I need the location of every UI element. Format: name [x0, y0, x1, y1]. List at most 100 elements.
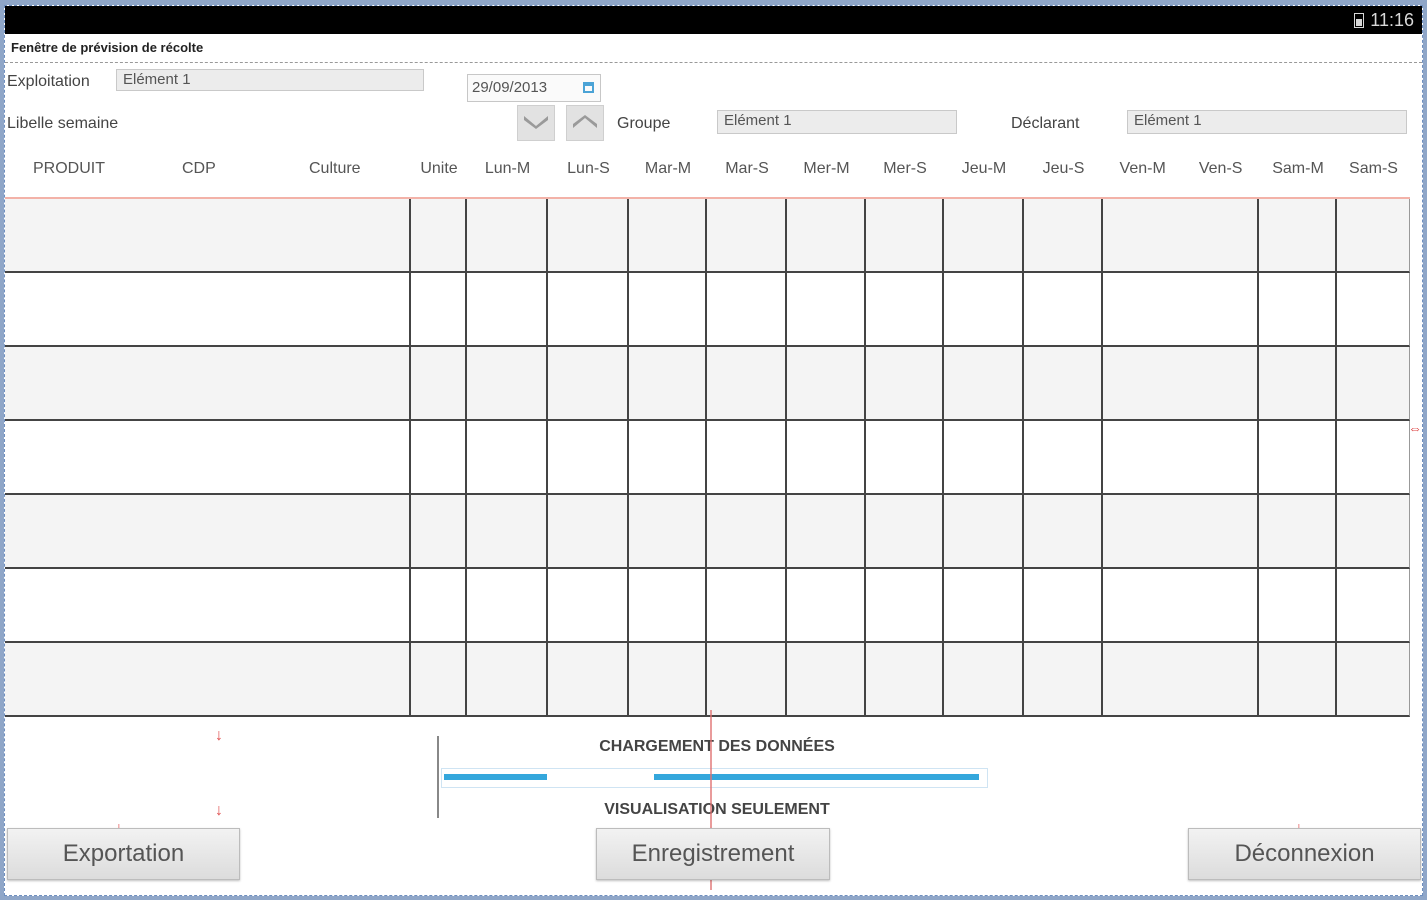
table-cell[interactable] — [787, 199, 866, 273]
calendar-icon[interactable] — [583, 82, 594, 93]
table-cell[interactable] — [548, 347, 629, 421]
table-cell[interactable] — [707, 643, 787, 717]
table-cell[interactable] — [866, 643, 944, 717]
prev-week-button[interactable] — [517, 105, 555, 141]
table-cell[interactable] — [629, 495, 707, 569]
table-cell[interactable] — [866, 199, 944, 273]
table-cell[interactable] — [629, 569, 707, 643]
table-cell[interactable] — [1024, 347, 1103, 421]
table-cell[interactable] — [5, 421, 411, 495]
table-cell[interactable] — [866, 495, 944, 569]
table-cell[interactable] — [866, 569, 944, 643]
table-cell[interactable] — [707, 569, 787, 643]
table-cell[interactable] — [411, 495, 467, 569]
table-cell[interactable] — [707, 199, 787, 273]
table-cell[interactable] — [629, 199, 707, 273]
table-cell[interactable] — [1024, 421, 1103, 495]
table-cell[interactable] — [1024, 199, 1103, 273]
table-cell[interactable] — [1103, 273, 1259, 347]
table-cell[interactable] — [411, 347, 467, 421]
groupe-field[interactable]: Elément 1 — [717, 110, 957, 134]
table-cell[interactable] — [5, 495, 411, 569]
table-cell[interactable] — [944, 273, 1024, 347]
table-cell[interactable] — [629, 421, 707, 495]
save-button[interactable]: Enregistrement — [596, 828, 830, 880]
table-cell[interactable] — [787, 421, 866, 495]
export-button[interactable]: Exportation — [7, 828, 240, 880]
table-cell[interactable] — [787, 495, 866, 569]
table-cell[interactable] — [1024, 495, 1103, 569]
table-cell[interactable] — [787, 643, 866, 717]
table-cell[interactable] — [944, 643, 1024, 717]
table-cell[interactable] — [707, 347, 787, 421]
table-cell[interactable] — [866, 347, 944, 421]
table-cell[interactable] — [1259, 495, 1337, 569]
table-cell[interactable] — [1103, 643, 1259, 717]
table-cell[interactable] — [1259, 273, 1337, 347]
resize-handle-icon[interactable]: ⇔ — [1408, 420, 1422, 436]
table-cell[interactable] — [411, 643, 467, 717]
table-cell[interactable] — [707, 495, 787, 569]
table-cell[interactable] — [1337, 421, 1410, 495]
table-cell[interactable] — [548, 199, 629, 273]
table-cell[interactable] — [548, 273, 629, 347]
table-cell[interactable] — [5, 273, 411, 347]
table-cell[interactable] — [1337, 273, 1410, 347]
table-cell[interactable] — [1337, 199, 1410, 273]
table-cell[interactable] — [411, 569, 467, 643]
table-cell[interactable] — [548, 643, 629, 717]
table-cell[interactable] — [1024, 273, 1103, 347]
table-cell[interactable] — [944, 569, 1024, 643]
table-cell[interactable] — [467, 199, 548, 273]
declarant-field[interactable]: Elément 1 — [1127, 110, 1407, 134]
table-cell[interactable] — [866, 421, 944, 495]
table-cell[interactable] — [707, 421, 787, 495]
table-cell[interactable] — [629, 347, 707, 421]
table-cell[interactable] — [411, 273, 467, 347]
table-cell[interactable] — [467, 495, 548, 569]
table-cell[interactable] — [5, 347, 411, 421]
table-cell[interactable] — [944, 347, 1024, 421]
table-cell[interactable] — [467, 273, 548, 347]
logout-button[interactable]: Déconnexion — [1188, 828, 1421, 880]
table-cell[interactable] — [467, 569, 548, 643]
table-cell[interactable] — [467, 347, 548, 421]
next-week-button[interactable] — [566, 105, 604, 141]
table-cell[interactable] — [1103, 347, 1259, 421]
table-cell[interactable] — [707, 273, 787, 347]
table-cell[interactable] — [1337, 347, 1410, 421]
table-cell[interactable] — [548, 421, 629, 495]
table-cell[interactable] — [1024, 569, 1103, 643]
table-cell[interactable] — [5, 569, 411, 643]
table-cell[interactable] — [1103, 569, 1259, 643]
date-picker[interactable]: 29/09/2013 — [467, 74, 601, 102]
table-cell[interactable] — [5, 199, 411, 273]
table-cell[interactable] — [548, 495, 629, 569]
table-cell[interactable] — [467, 643, 548, 717]
table-cell[interactable] — [629, 643, 707, 717]
table-cell[interactable] — [787, 569, 866, 643]
table-cell[interactable] — [548, 569, 629, 643]
table-cell[interactable] — [1024, 643, 1103, 717]
table-cell[interactable] — [1259, 569, 1337, 643]
table-cell[interactable] — [944, 421, 1024, 495]
table-cell[interactable] — [1259, 199, 1337, 273]
table-cell[interactable] — [629, 273, 707, 347]
table-cell[interactable] — [866, 273, 944, 347]
table-cell[interactable] — [1337, 495, 1410, 569]
table-cell[interactable] — [1337, 569, 1410, 643]
table-cell[interactable] — [944, 495, 1024, 569]
table-cell[interactable] — [411, 199, 467, 273]
table-cell[interactable] — [1103, 495, 1259, 569]
table-cell[interactable] — [411, 421, 467, 495]
table-cell[interactable] — [467, 421, 548, 495]
table-cell[interactable] — [787, 273, 866, 347]
exploitation-field[interactable]: Elément 1 — [116, 69, 424, 91]
table-cell[interactable] — [944, 199, 1024, 273]
table-cell[interactable] — [1103, 421, 1259, 495]
table-cell[interactable] — [1259, 643, 1337, 717]
table-cell[interactable] — [1259, 347, 1337, 421]
table-cell[interactable] — [787, 347, 866, 421]
table-cell[interactable] — [1259, 421, 1337, 495]
table-cell[interactable] — [1103, 199, 1259, 273]
